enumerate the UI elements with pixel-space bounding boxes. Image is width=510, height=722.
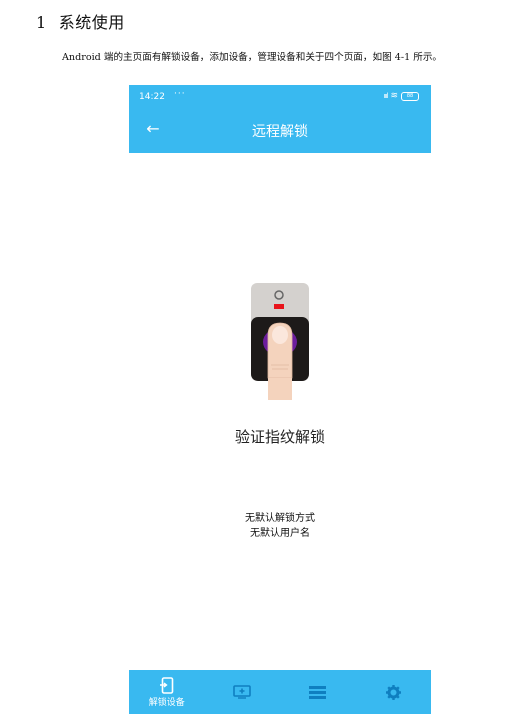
app-bar-title: 远程解锁 [252, 124, 308, 140]
bottom-navigation: 解锁设备 [129, 670, 431, 714]
battery-icon: 88 [401, 91, 419, 101]
nav-item-add-device[interactable] [205, 670, 281, 714]
add-device-icon [233, 685, 252, 699]
phone-screenshot: 14:22 ··· ıııl ≋ 88 ← 远程解锁 验证指纹解锁 无默认解锁方… [129, 85, 431, 722]
signal-icon: ıııl [383, 92, 389, 100]
intro-paragraph: Android 端的主页面有解锁设备，添加设备，管理设备和关于四个页面，如图 4… [62, 52, 443, 63]
nav-item-about[interactable] [356, 670, 432, 714]
wifi-icon: ≋ [390, 91, 398, 101]
default-unlock-method-text: 无默认解锁方式 [245, 513, 315, 524]
verify-fingerprint-title: 验证指纹解锁 [234, 428, 325, 446]
nav-item-manage-devices[interactable] [280, 670, 356, 714]
nav-item-unlock-device[interactable]: 解锁设备 [129, 670, 205, 714]
default-username-text: 无默认用户名 [250, 528, 310, 539]
section-title: 系统使用 [58, 13, 125, 32]
section-heading: 1 系统使用 [36, 9, 125, 33]
app-bar: 14:22 ··· ıııl ≋ 88 ← 远程解锁 [129, 85, 431, 153]
status-icons: ıııl ≋ 88 [384, 91, 419, 101]
phone-unlock-icon [159, 676, 174, 694]
gear-icon [385, 684, 401, 700]
status-time: 14:22 [139, 92, 165, 102]
status-dots-icon: ··· [174, 89, 186, 99]
nav-bottom-strip [129, 714, 431, 722]
nav-label-unlock-device: 解锁设备 [148, 697, 185, 708]
fingerprint-scanner-icon[interactable] [251, 283, 309, 400]
list-icon [309, 685, 327, 699]
section-number: 1 [36, 13, 47, 32]
